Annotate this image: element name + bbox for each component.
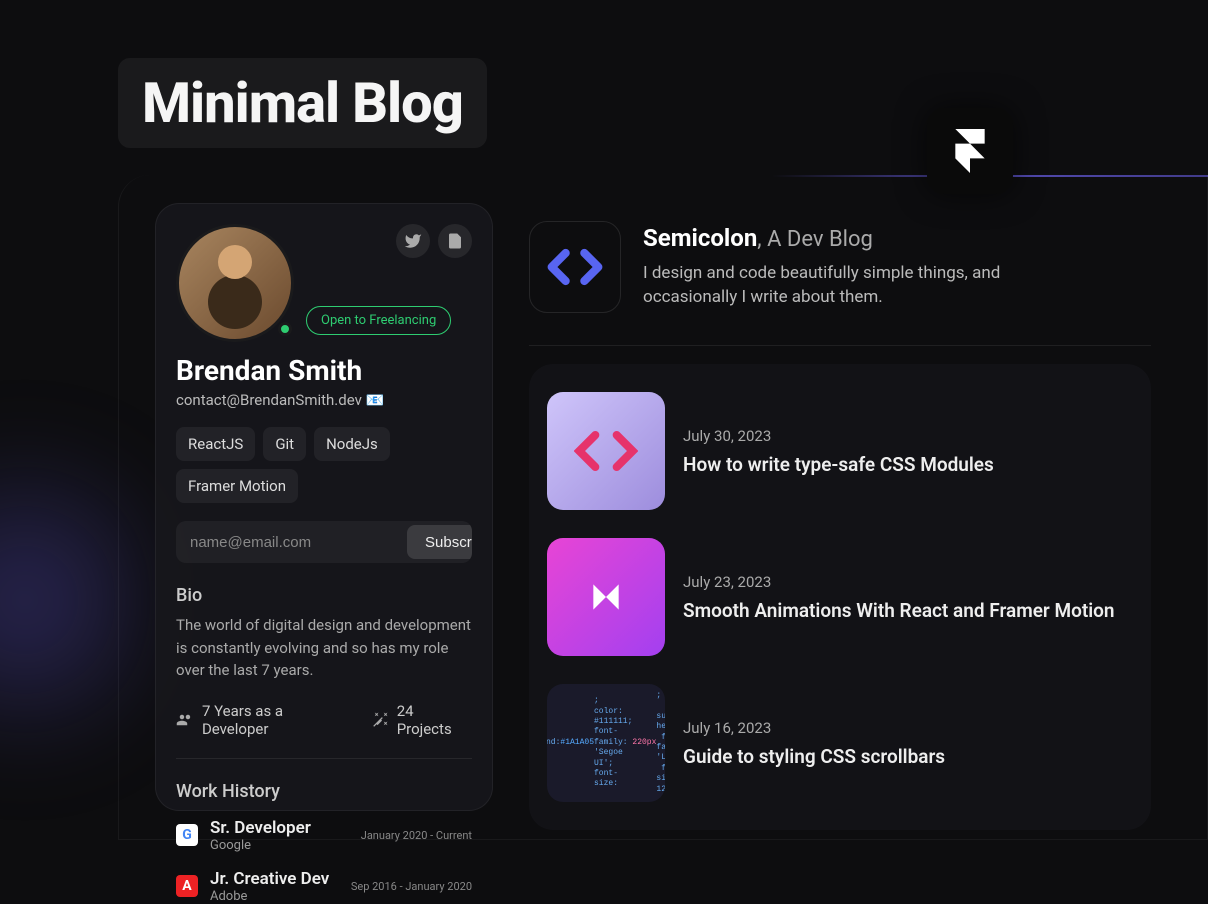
twitter-icon [404,232,422,250]
blog-description: I design and code beautifully simple thi… [643,262,1063,310]
framer-logo-badge [927,108,1013,194]
subscribe-button[interactable]: Subscribe [407,525,472,559]
skill-tags: ReactJS Git NodeJs Framer Motion [176,427,472,503]
blog-logo [529,221,621,313]
posts-list: July 30, 2023 How to write type-safe CSS… [529,364,1151,830]
skill-tag[interactable]: ReactJS [176,427,255,461]
page-title: Minimal Blog [118,58,487,148]
person-icon [176,711,194,729]
post-date: July 30, 2023 [683,427,994,445]
post-date: July 23, 2023 [683,573,1115,591]
code-icon [574,427,638,475]
post-item[interactable]: background: #1A1A05;color: #111111;font-… [543,670,1137,816]
post-item[interactable]: July 23, 2023 Smooth Animations With Rea… [543,524,1137,670]
post-title: Guide to styling CSS scrollbars [683,745,945,768]
motion-icon [587,578,625,616]
company-logo-google: G [176,824,198,846]
stat-projects: 24 Projects [371,702,472,738]
bio-text: The world of digital design and developm… [176,614,472,682]
post-title: How to write type-safe CSS Modules [683,453,994,476]
post-thumbnail [547,538,665,656]
profile-name: Brendan Smith [176,354,472,387]
work-company: Adobe [210,889,339,904]
skill-tag[interactable]: NodeJs [314,427,390,461]
document-icon [446,232,464,250]
work-role: Sr. Developer [210,818,349,838]
resume-button[interactable] [438,224,472,258]
profile-card: Open to Freelancing Brendan Smith contac… [155,203,493,811]
work-item: A Jr. Creative Dev Adobe Sep 2016 - Janu… [176,869,472,904]
post-thumbnail: background: #1A1A05;color: #111111;font-… [547,684,665,802]
avatar[interactable] [176,224,294,342]
work-role: Jr. Creative Dev [210,869,339,889]
work-item: G Sr. Developer Google January 2020 - Cu… [176,818,472,853]
email-input[interactable] [176,521,403,563]
freelance-badge: Open to Freelancing [306,306,451,335]
post-date: July 16, 2023 [683,719,945,737]
framer-icon [948,129,992,173]
skill-tag[interactable]: Framer Motion [176,469,298,503]
post-thumbnail [547,392,665,510]
code-icon [547,239,603,295]
wand-icon [371,711,389,729]
company-logo-adobe: A [176,875,198,897]
blog-title: Semicolon, A Dev Blog [643,224,1063,252]
post-title: Smooth Animations With React and Framer … [683,599,1115,622]
work-history-label: Work History [176,781,472,802]
stat-experience: 7 Years as a Developer [176,702,353,738]
bio-label: Bio [176,585,472,606]
post-item[interactable]: July 30, 2023 How to write type-safe CSS… [543,378,1137,524]
skill-tag[interactable]: Git [263,427,306,461]
twitter-button[interactable] [396,224,430,258]
status-online-icon [278,322,292,336]
work-dates: Sep 2016 - January 2020 [351,880,472,893]
profile-email: contact@BrendanSmith.dev 📧 [176,391,472,409]
